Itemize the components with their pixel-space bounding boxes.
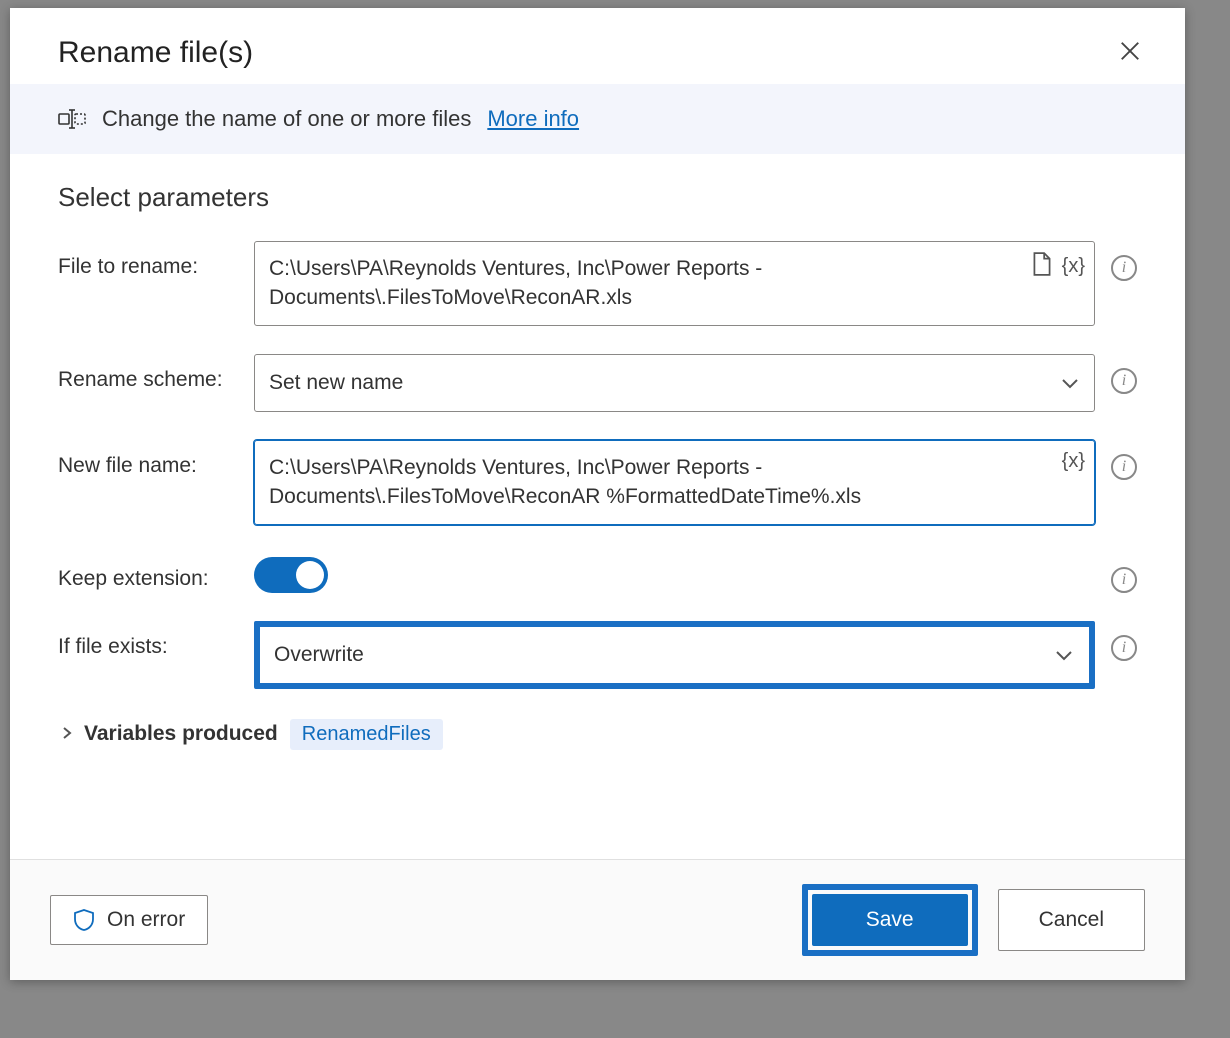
variables-produced[interactable]: Variables produced RenamedFiles	[58, 719, 1137, 750]
section-heading: Select parameters	[58, 182, 1137, 213]
label-file-to-rename: File to rename:	[58, 241, 238, 279]
toggle-keep-extension[interactable]	[254, 557, 328, 593]
label-if-file-exists: If file exists:	[58, 621, 238, 659]
save-button[interactable]: Save	[812, 894, 968, 946]
select-file-icon[interactable]	[1030, 251, 1054, 282]
info-icon[interactable]: i	[1111, 368, 1137, 394]
on-error-label: On error	[107, 908, 185, 932]
cancel-button[interactable]: Cancel	[998, 889, 1145, 951]
toggle-knob	[296, 561, 324, 589]
close-icon[interactable]	[1113, 38, 1147, 69]
on-error-button[interactable]: On error	[50, 895, 208, 945]
param-if-file-exists: If file exists: Overwrite i	[58, 621, 1137, 689]
param-keep-extension: Keep extension: i	[58, 553, 1137, 593]
info-icon[interactable]: i	[1111, 255, 1137, 281]
input-new-file-name[interactable]: C:\Users\PA\Reynolds Ventures, Inc\Power…	[254, 440, 1095, 525]
select-rename-scheme[interactable]: Set new name	[254, 354, 1095, 412]
insert-variable-icon[interactable]: {x}	[1062, 255, 1085, 278]
info-icon[interactable]: i	[1111, 635, 1137, 661]
chevron-down-icon	[1061, 377, 1079, 389]
select-if-file-exists[interactable]: Overwrite	[260, 627, 1089, 683]
insert-variable-icon[interactable]: {x}	[1062, 450, 1085, 473]
rename-icon	[58, 108, 86, 130]
highlighted-if-file-exists: Overwrite	[254, 621, 1095, 689]
param-file-to-rename: File to rename: C:\Users\PA\Reynolds Ven…	[58, 241, 1137, 326]
info-strip: Change the name of one or more files Mor…	[10, 84, 1185, 154]
input-file-to-rename[interactable]: C:\Users\PA\Reynolds Ventures, Inc\Power…	[254, 241, 1095, 326]
rename-files-dialog: Rename file(s) Change the name of one or…	[10, 8, 1185, 980]
shield-icon	[73, 908, 95, 932]
dialog-content: Select parameters File to rename: C:\Use…	[10, 154, 1185, 859]
label-new-file-name: New file name:	[58, 440, 238, 478]
dialog-footer: On error Save Cancel	[10, 859, 1185, 980]
label-rename-scheme: Rename scheme:	[58, 354, 238, 392]
param-rename-scheme: Rename scheme: Set new name i	[58, 354, 1137, 412]
highlighted-save: Save	[802, 884, 978, 956]
label-keep-extension: Keep extension:	[58, 553, 238, 591]
dialog-title: Rename file(s)	[58, 36, 253, 70]
more-info-link[interactable]: More info	[487, 106, 579, 132]
variable-tag[interactable]: RenamedFiles	[290, 719, 443, 750]
chevron-down-icon	[1055, 649, 1073, 661]
info-icon[interactable]: i	[1111, 567, 1137, 593]
param-new-file-name: New file name: C:\Users\PA\Reynolds Vent…	[58, 440, 1137, 525]
info-icon[interactable]: i	[1111, 454, 1137, 480]
chevron-right-icon	[62, 724, 72, 745]
variables-produced-label: Variables produced	[84, 722, 278, 746]
info-description: Change the name of one or more files	[102, 106, 471, 132]
dialog-header: Rename file(s)	[10, 8, 1185, 84]
